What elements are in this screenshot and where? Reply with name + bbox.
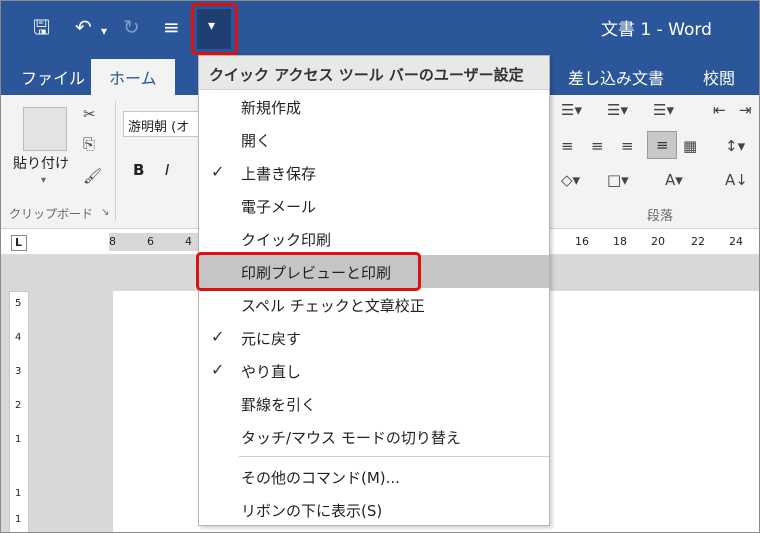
copy-icon[interactable]: ⎘: [83, 135, 95, 153]
menu-item-label: リボンの下に表示(S): [241, 502, 383, 520]
vruler-mark: 1: [15, 434, 22, 445]
menu-item-touch-mode[interactable]: タッチ/マウス モードの切り替え: [199, 420, 549, 453]
justify-button[interactable]: ≡: [647, 131, 677, 159]
bold-button[interactable]: B: [133, 161, 144, 179]
ruler-mark: 18: [613, 235, 627, 248]
shading-icon[interactable]: ◇▾: [561, 171, 580, 189]
ruler-mark: 20: [651, 235, 665, 248]
highlight-customize-button: [191, 3, 238, 55]
cut-icon[interactable]: ✂: [83, 105, 96, 123]
redo-icon[interactable]: ↻: [123, 15, 140, 39]
menu-item-label: やり直し: [241, 363, 302, 381]
clipboard-launcher-icon[interactable]: ↘: [101, 207, 109, 218]
touch-mode-icon[interactable]: ≡: [163, 15, 180, 39]
group-divider: [115, 101, 116, 221]
word-window: 🖫 ↶ ▾ ↻ ≡ ▾ 文書 1 - Word ファイル ホーム 差し込み文書 …: [0, 0, 760, 533]
ruler-mark: 22: [691, 235, 705, 248]
paste-icon[interactable]: [23, 107, 67, 151]
borders-icon[interactable]: □▾: [607, 171, 629, 189]
menu-item-label: タッチ/マウス モードの切り替え: [241, 429, 461, 447]
menu-item-new[interactable]: 新規作成: [199, 90, 549, 123]
menu-item-save[interactable]: ✓ 上書き保存: [199, 156, 549, 189]
menu-item-more-commands[interactable]: その他のコマンド(M)...: [199, 460, 549, 493]
multilevel-list-icon[interactable]: ☰▾: [653, 101, 674, 119]
tab-home[interactable]: ホーム: [91, 59, 175, 95]
menu-item-label: スペル チェックと文章校正: [241, 297, 425, 315]
menu-item-draw-table[interactable]: 罫線を引く: [199, 387, 549, 420]
align-center-icon[interactable]: ≡: [591, 137, 604, 155]
menu-item-label: 元に戻す: [241, 330, 302, 348]
increase-indent-icon[interactable]: ⇥: [739, 101, 752, 119]
bullets-icon[interactable]: ☰▾: [561, 101, 582, 119]
window-title: 文書 1 - Word: [601, 20, 712, 40]
menu-item-email[interactable]: 電子メール: [199, 189, 549, 222]
asian-layout-icon[interactable]: A▾: [665, 171, 683, 189]
vruler-mark: 1: [15, 488, 22, 499]
undo-dropdown-icon[interactable]: ▾: [101, 19, 107, 43]
menu-header: クイック アクセス ツール バーのユーザー設定: [199, 56, 549, 90]
menu-item-label: 新規作成: [241, 99, 302, 117]
justify-icon: ≡: [656, 136, 669, 154]
checkmark-icon: ✓: [211, 162, 225, 181]
menu-separator: [239, 456, 549, 457]
align-right-icon[interactable]: ≡: [621, 137, 634, 155]
menu-item-redo[interactable]: ✓ やり直し: [199, 354, 549, 387]
vruler-mark: 2: [15, 400, 22, 411]
menu-item-spelling[interactable]: スペル チェックと文章校正: [199, 288, 549, 321]
menu-item-label: 罫線を引く: [241, 396, 317, 414]
menu-item-label: その他のコマンド(M)...: [241, 469, 400, 487]
clipboard-group-label: クリップボード: [9, 207, 94, 221]
vruler-mark: 1: [15, 514, 22, 525]
ruler-mark: 4: [185, 235, 192, 248]
tab-mailings[interactable]: 差し込み文書: [568, 65, 664, 89]
menu-item-label: 電子メール: [241, 198, 317, 216]
italic-button[interactable]: I: [165, 161, 169, 179]
checkmark-icon: ✓: [211, 327, 225, 346]
font-name-box[interactable]: 游明朝 (オ: [123, 111, 199, 137]
paste-button-label[interactable]: 貼り付け: [13, 153, 69, 173]
menu-item-label: クイック印刷: [241, 231, 332, 249]
menu-item-open[interactable]: 開く: [199, 123, 549, 156]
sort-icon[interactable]: A↓: [725, 171, 748, 189]
highlight-print-preview: [196, 252, 421, 291]
menu-item-show-below-ribbon[interactable]: リボンの下に表示(S): [199, 493, 549, 526]
font-name-value: 游明朝 (オ: [128, 120, 190, 135]
title-bar: 🖫 ↶ ▾ ↻ ≡ ▾ 文書 1 - Word: [1, 1, 759, 55]
paragraph-group-label: 段落: [647, 209, 674, 224]
vruler-mark: 5: [15, 298, 22, 309]
ruler-mark: 16: [575, 235, 589, 248]
ruler-mark: 24: [729, 235, 743, 248]
tab-selector[interactable]: L: [11, 235, 27, 251]
paste-dropdown-icon[interactable]: ▾: [41, 175, 46, 186]
tab-file[interactable]: ファイル: [21, 65, 85, 89]
tab-selector-icon: L: [15, 236, 23, 249]
decrease-indent-icon[interactable]: ⇤: [713, 101, 726, 119]
format-painter-icon[interactable]: 🖌: [83, 167, 102, 185]
menu-item-label: 開く: [241, 132, 272, 150]
numbering-icon[interactable]: ☰▾: [607, 101, 628, 119]
undo-icon[interactable]: ↶: [75, 15, 92, 39]
distributed-icon[interactable]: ▦: [683, 137, 697, 155]
vruler-mark: 4: [15, 332, 22, 343]
line-spacing-icon[interactable]: ↕▾: [725, 137, 745, 155]
align-left-icon[interactable]: ≡: [561, 137, 574, 155]
menu-item-quick-print[interactable]: クイック印刷: [199, 222, 549, 255]
save-icon[interactable]: 🖫: [33, 15, 50, 39]
ruler-mark: 6: [147, 235, 154, 248]
menu-item-label: 上書き保存: [241, 165, 317, 183]
menu-item-undo[interactable]: ✓ 元に戻す: [199, 321, 549, 354]
checkmark-icon: ✓: [211, 360, 225, 379]
vruler-mark: 3: [15, 366, 22, 377]
ruler-mark: 8: [109, 235, 116, 248]
vertical-ruler[interactable]: 5 4 3 2 1 1 1: [9, 291, 29, 532]
tab-review[interactable]: 校閲: [703, 65, 735, 89]
